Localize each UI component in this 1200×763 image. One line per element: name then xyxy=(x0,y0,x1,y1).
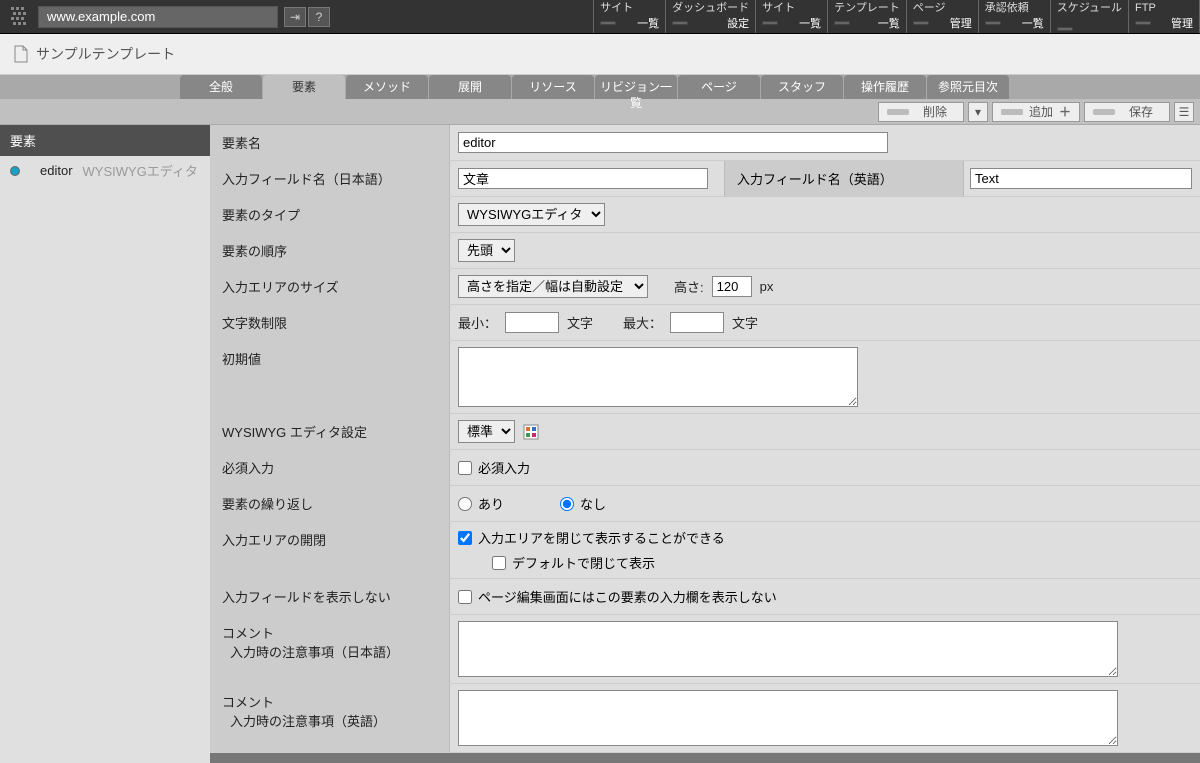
url-box: www.example.com xyxy=(38,6,278,28)
save-button[interactable]: 保存 xyxy=(1084,102,1170,122)
label-min: 最小： xyxy=(458,313,497,332)
input-min[interactable] xyxy=(505,312,559,333)
radio-repeat-no-label: なし xyxy=(580,494,606,513)
checkbox-hide-label: ページ編集画面にはこの要素の入力欄を表示しない xyxy=(478,587,777,606)
select-element-type[interactable]: WYSIWYGエディタ xyxy=(458,203,605,226)
tab-2[interactable]: メソッド xyxy=(346,75,428,99)
label-max: 最大： xyxy=(623,313,662,332)
select-size[interactable]: 高さを指定／幅は自動設定 xyxy=(458,275,648,298)
save-options-button[interactable]: ☰ xyxy=(1174,102,1194,122)
topnav: サイト一覧ダッシュボード設定サイト一覧テンプレート一覧ページ管理承認依頼一覧スケ… xyxy=(593,0,1200,33)
label-element-type: 要素のタイプ xyxy=(210,197,450,232)
select-wysiwyg[interactable]: 標準 xyxy=(458,420,515,443)
tab-8[interactable]: 操作履歴 xyxy=(844,75,926,99)
topnav-item-1[interactable]: ダッシュボード設定 xyxy=(665,0,755,33)
tab-3[interactable]: 展開 xyxy=(429,75,511,99)
page-title: サンプルテンプレート xyxy=(36,44,175,64)
input-element-name[interactable] xyxy=(458,132,888,153)
tab-0[interactable]: 全般 xyxy=(180,75,262,99)
label-collapse: 入力エリアの開閉 xyxy=(210,522,450,578)
label-comment-en: コメント 入力時の注意事項（英語） xyxy=(210,684,450,752)
label-wysiwyg: WYSIWYG エディタ設定 xyxy=(210,414,450,449)
topnav-item-0[interactable]: サイト一覧 xyxy=(593,0,665,33)
toolbar: 削除 ▾ 追加＋ 保存 ☰ xyxy=(0,99,1200,125)
topnav-item-5[interactable]: 承認依頼一覧 xyxy=(978,0,1050,33)
help-button[interactable]: ? xyxy=(308,7,330,27)
tab-4[interactable]: リソース xyxy=(512,75,594,99)
topnav-item-3[interactable]: テンプレート一覧 xyxy=(827,0,906,33)
label-repeat: 要素の繰り返し xyxy=(210,486,450,521)
textarea-comment-en[interactable] xyxy=(458,690,1118,746)
sidebar-item-editor[interactable]: editor WYSIWYGエディタ xyxy=(0,156,210,185)
label-hide: 入力フィールドを表示しない xyxy=(210,579,450,614)
label-default: 初期値 xyxy=(210,341,450,413)
tabstrip: 全般要素メソッド展開リソースリビジョン一覧ページスタッフ操作履歴参照元目次 xyxy=(0,75,1200,99)
label-field-en: 入力フィールド名（英語） xyxy=(724,161,964,196)
input-field-jp[interactable] xyxy=(458,168,708,189)
checkbox-required-label: 必須入力 xyxy=(478,458,530,477)
topbar: www.example.com ⇥ ? サイト一覧ダッシュボード設定サイト一覧テ… xyxy=(0,0,1200,34)
sidebar-head: 要素 xyxy=(0,125,210,156)
topnav-item-4[interactable]: ページ管理 xyxy=(906,0,978,33)
tab-5[interactable]: リビジョン一覧 xyxy=(595,75,677,99)
topnav-item-2[interactable]: サイト一覧 xyxy=(755,0,827,33)
status-dot-icon xyxy=(10,166,20,176)
tab-1[interactable]: 要素 xyxy=(263,75,345,99)
logo-icon xyxy=(6,2,36,32)
add-button[interactable]: 追加＋ xyxy=(992,102,1080,122)
template-icon xyxy=(12,45,30,63)
checkbox-collapsible[interactable] xyxy=(458,531,472,545)
textarea-comment-jp[interactable] xyxy=(458,621,1118,677)
tab-6[interactable]: ページ xyxy=(678,75,760,99)
open-site-button[interactable]: ⇥ xyxy=(284,7,306,27)
radio-repeat-yes-label: あり xyxy=(478,494,504,513)
checkbox-collapsed-default-label: デフォルトで閉じて表示 xyxy=(512,553,655,572)
checkbox-collapsible-label: 入力エリアを閉じて表示することができる xyxy=(478,528,725,547)
sidebar-item-type: WYSIWYGエディタ xyxy=(83,161,198,180)
textarea-default[interactable] xyxy=(458,347,858,407)
label-height-unit: px xyxy=(760,279,774,294)
titlebar: サンプルテンプレート xyxy=(0,34,1200,75)
label-order: 要素の順序 xyxy=(210,233,450,268)
label-limit: 文字数制限 xyxy=(210,305,450,340)
tab-7[interactable]: スタッフ xyxy=(761,75,843,99)
select-order[interactable]: 先頭 xyxy=(458,239,515,262)
label-size: 入力エリアのサイズ xyxy=(210,269,450,304)
input-max[interactable] xyxy=(670,312,724,333)
label-height: 高さ: xyxy=(674,277,704,296)
label-min-unit: 文字 xyxy=(567,313,593,332)
checkbox-required[interactable] xyxy=(458,461,472,475)
label-field-jp: 入力フィールド名（日本語） xyxy=(210,161,450,196)
form-area: 要素名 入力フィールド名（日本語） 入力フィールド名（英語） 要素のタイプ WY… xyxy=(210,125,1200,763)
sidebar-item-name: editor xyxy=(40,163,73,178)
checkbox-collapsed-default[interactable] xyxy=(492,556,506,570)
radio-repeat-no[interactable] xyxy=(560,497,574,511)
radio-repeat-yes[interactable] xyxy=(458,497,472,511)
sidebar: 要素 editor WYSIWYGエディタ xyxy=(0,125,210,763)
label-required: 必須入力 xyxy=(210,450,450,485)
label-max-unit: 文字 xyxy=(732,313,758,332)
config-icon[interactable] xyxy=(523,424,539,440)
checkbox-hide[interactable] xyxy=(458,590,472,604)
input-height[interactable] xyxy=(712,276,752,297)
delete-dropdown-button[interactable]: ▾ xyxy=(968,102,988,122)
topnav-item-6[interactable]: スケジュール xyxy=(1050,0,1128,33)
label-comment-jp: コメント 入力時の注意事項（日本語） xyxy=(210,615,450,683)
delete-button[interactable]: 削除 xyxy=(878,102,964,122)
label-element-name: 要素名 xyxy=(210,125,450,160)
topnav-item-7[interactable]: FTP管理 xyxy=(1128,0,1200,33)
footer-bar xyxy=(210,753,1200,763)
tab-9[interactable]: 参照元目次 xyxy=(927,75,1009,99)
input-field-en[interactable] xyxy=(970,168,1192,189)
